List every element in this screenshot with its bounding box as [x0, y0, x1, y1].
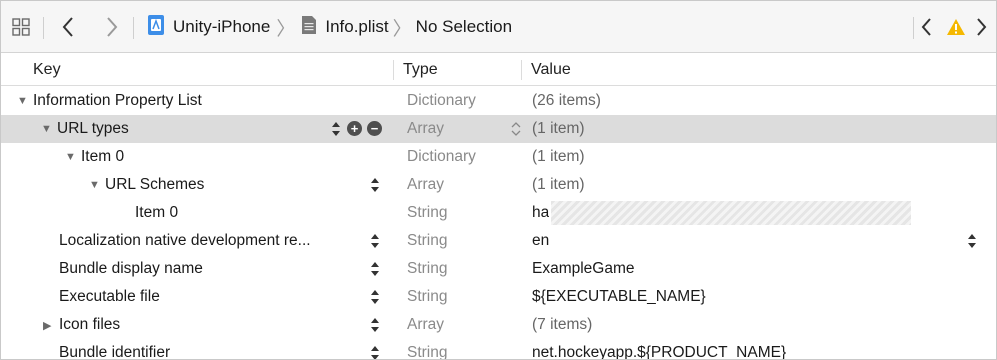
breadcrumb-project[interactable]: Unity-iPhone	[173, 17, 270, 37]
disclosure-expanded-icon[interactable]: ▼	[89, 179, 105, 191]
value-popup-icon[interactable]	[967, 233, 977, 249]
key-label: URL types	[57, 120, 129, 137]
key-cell: ▶ Icon files	[43, 311, 120, 339]
plist-row[interactable]: Localization native development re... St…	[1, 227, 996, 255]
type-cell: Array	[407, 120, 445, 137]
plist-row-selected[interactable]: ▼ URL types + − Array (1 item)	[1, 115, 996, 143]
key-stepper-icon[interactable]	[370, 261, 380, 277]
redacted-value-mask	[551, 201, 911, 225]
warning-icon[interactable]	[946, 1, 966, 53]
value-cell: (7 items)	[532, 316, 593, 333]
column-value[interactable]: Value	[531, 54, 571, 86]
type-cell: String	[407, 288, 448, 305]
value-cell[interactable]: ha	[532, 199, 549, 227]
value-cell[interactable]: ${EXECUTABLE_NAME}	[532, 283, 706, 311]
disclosure-expanded-icon[interactable]: ▼	[41, 123, 57, 135]
add-item-icon[interactable]: +	[347, 121, 362, 136]
next-issue-button[interactable]	[975, 1, 987, 53]
column-key[interactable]: Key	[33, 54, 61, 86]
key-stepper-icon[interactable]	[370, 317, 380, 333]
key-label: URL Schemes	[105, 176, 205, 193]
key-cell: Bundle display name	[59, 255, 203, 283]
column-header: Key Type Value	[1, 54, 996, 86]
plist-row[interactable]: Item 0 String ha	[1, 199, 996, 227]
column-type[interactable]: Type	[403, 54, 438, 86]
disclosure-collapsed-icon[interactable]: ▶	[43, 319, 59, 332]
type-cell: Array	[407, 316, 445, 333]
key-stepper-icon[interactable]	[370, 177, 380, 193]
key-cell: Localization native development re...	[59, 227, 359, 255]
value-cell: (1 item)	[532, 176, 585, 193]
key-label: Localization native development re...	[59, 232, 311, 249]
file-icon	[301, 15, 317, 40]
chevron-left-icon	[921, 18, 931, 36]
key-label: Icon files	[59, 316, 121, 333]
key-cell: Item 0	[135, 199, 178, 227]
plist-editor-window: Unity-iPhone 〉 Info.plist 〉 No Selection	[0, 0, 997, 360]
type-cell: Dictionary	[407, 148, 476, 165]
type-cell: String	[407, 260, 448, 277]
chevron-left-icon	[62, 17, 73, 37]
key-cell: ▼ Information Property List	[17, 87, 202, 115]
project-icon	[147, 14, 165, 41]
forward-button[interactable]	[105, 1, 119, 53]
key-cell: ▼ URL types	[41, 115, 129, 143]
key-label: Item 0	[81, 148, 125, 165]
divider	[43, 17, 44, 39]
type-popup-icon[interactable]	[511, 121, 521, 137]
plist-row[interactable]: ▶ Icon files Array (7 items)	[1, 311, 996, 339]
plist-row[interactable]: ▼ URL Schemes Array (1 item)	[1, 171, 996, 199]
key-stepper-icon[interactable]	[370, 289, 380, 305]
key-label: Executable file	[59, 288, 160, 305]
value-cell[interactable]: net.hockeyapp.${PRODUCT_NAME}	[532, 339, 786, 359]
key-cell: ▼ Item 0	[65, 143, 124, 171]
chevron-right-icon: 〉	[276, 18, 296, 40]
type-cell: String	[407, 204, 448, 221]
breadcrumb-selection[interactable]: No Selection	[416, 17, 512, 37]
type-cell: Dictionary	[407, 92, 476, 109]
value-cell: (1 item)	[532, 120, 585, 137]
type-cell: String	[407, 232, 448, 249]
key-label: Item 0	[135, 204, 179, 221]
breadcrumb: Unity-iPhone 〉 Info.plist 〉 No Selection	[147, 1, 512, 53]
key-cell: Bundle identifier	[59, 339, 171, 360]
key-cell: Executable file	[59, 283, 160, 311]
key-label: Bundle identifier	[59, 344, 171, 360]
jump-bar: Unity-iPhone 〉 Info.plist 〉 No Selection	[1, 1, 996, 53]
divider	[913, 17, 914, 39]
chevron-right-icon	[977, 18, 987, 36]
column-divider[interactable]	[521, 60, 522, 80]
value-cell[interactable]: ExampleGame	[532, 255, 635, 283]
divider	[133, 17, 134, 39]
back-button[interactable]	[61, 1, 75, 53]
plist-row[interactable]: ▼ Information Property List Dictionary (…	[1, 87, 996, 115]
key-stepper-icon[interactable]	[370, 233, 380, 249]
plist-row[interactable]: Bundle identifier String net.hockeyapp.$…	[1, 339, 996, 360]
disclosure-expanded-icon[interactable]: ▼	[17, 95, 33, 107]
remove-item-icon[interactable]: −	[367, 121, 382, 136]
key-label: Bundle display name	[59, 260, 203, 277]
chevron-right-icon: 〉	[392, 18, 412, 40]
key-stepper-icon[interactable]	[370, 345, 380, 359]
plist-row[interactable]: ▼ Item 0 Dictionary (1 item)	[1, 143, 996, 171]
chevron-right-icon	[107, 17, 118, 37]
key-cell: ▼ URL Schemes	[89, 171, 204, 199]
key-stepper-icon[interactable]	[331, 121, 341, 137]
value-cell: (1 item)	[532, 148, 585, 165]
plist-row[interactable]: Bundle display name String ExampleGame	[1, 255, 996, 283]
key-label: Information Property List	[33, 92, 202, 109]
column-divider[interactable]	[393, 60, 394, 80]
disclosure-expanded-icon[interactable]: ▼	[65, 151, 81, 163]
grid-icon[interactable]	[11, 1, 31, 53]
type-cell: Array	[407, 176, 445, 193]
value-cell[interactable]: en	[532, 227, 549, 255]
value-cell: (26 items)	[532, 92, 601, 109]
previous-issue-button[interactable]	[921, 1, 933, 53]
breadcrumb-file[interactable]: Info.plist	[325, 17, 388, 37]
plist-row[interactable]: Executable file String ${EXECUTABLE_NAME…	[1, 283, 996, 311]
type-cell: String	[407, 344, 448, 360]
